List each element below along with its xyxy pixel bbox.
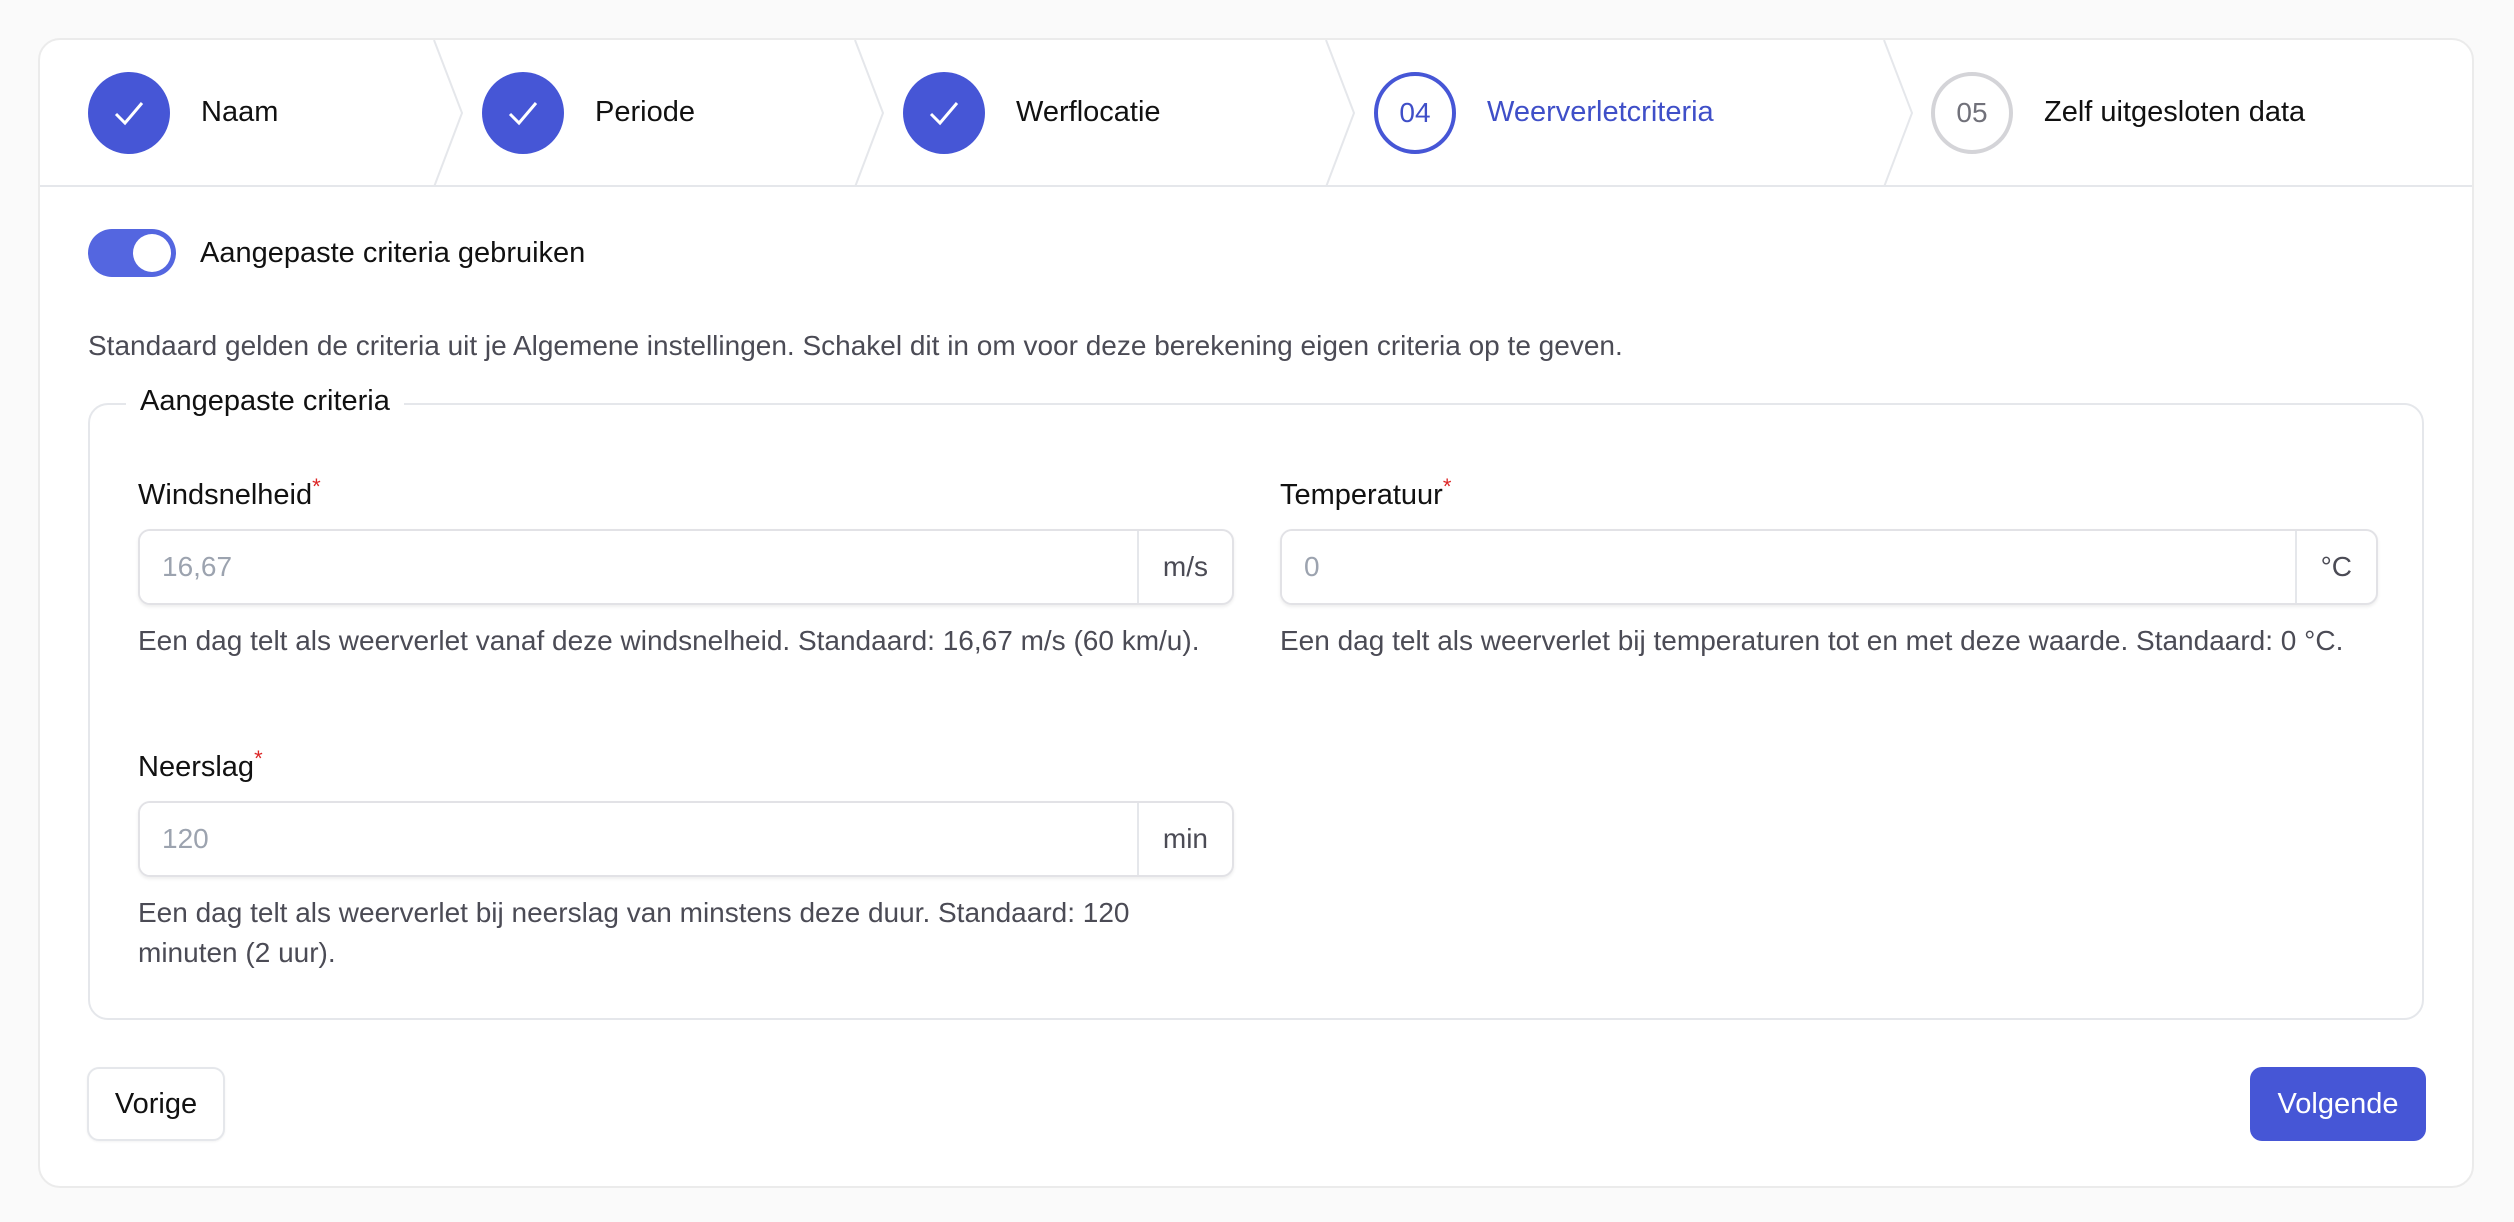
temperature-field: Temperatuur* °C Een dag telt als weerver… [1280,474,2378,661]
step-separator-chevron [854,40,885,187]
step-label: Weerverletcriteria [1487,96,1714,128]
step-completed-circle [88,71,170,154]
step-naam[interactable]: Naam [88,40,278,185]
toggle-label: Aangepaste criteria gebruiken [200,236,586,269]
wind-speed-help: Een dag telt als weerverlet vanaf deze w… [138,625,1200,656]
temperature-unit: °C [2294,531,2376,603]
step-zelf-uitgesloten-data[interactable]: 05 Zelf uitgesloten data [1931,40,2305,185]
check-icon [114,101,144,125]
required-marker: * [312,474,321,499]
step-label: Zelf uitgesloten data [2044,96,2306,128]
step-separator-chevron [1883,40,1914,187]
precipitation-unit: min [1136,803,1232,875]
precipitation-label: Neerslag* [138,746,263,783]
precipitation-help: Een dag telt als weerverlet bij neerslag… [138,897,1130,968]
custom-criteria-toggle-row: Aangepaste criteria gebruiken [88,229,585,277]
step-current-circle: 04 [1374,71,1456,154]
wind-speed-input-group: m/s [138,529,1234,605]
toggle-help-text: Standaard gelden de criteria uit je Alge… [88,330,1623,361]
precipitation-input-group: min [138,801,1234,877]
fieldset-legend: Aangepaste criteria [126,385,404,418]
check-icon [929,101,959,125]
wind-speed-unit: m/s [1136,531,1232,603]
temperature-input-group: °C [1280,529,2378,605]
step-upcoming-circle: 05 [1931,71,2013,154]
required-marker: * [1442,474,1452,499]
step-completed-circle [482,71,564,154]
temperature-help: Een dag telt als weerverlet bij temperat… [1280,625,2344,656]
step-label: Naam [201,96,279,128]
step-periode[interactable]: Periode [482,40,695,185]
required-marker: * [254,746,263,771]
wind-speed-field: Windsnelheid* m/s Een dag telt als weerv… [138,474,1234,661]
wind-speed-label: Windsnelheid* [138,474,321,511]
step-werflocatie[interactable]: Werflocatie [903,40,1161,185]
precipitation-input[interactable] [140,803,1137,875]
step-number: 05 [1956,96,1988,128]
wizard-card: Naam Periode Werflocatie 04 Weerverletcr… [38,38,2474,1188]
toggle-knob [133,234,171,272]
temperature-input[interactable] [1282,531,2295,603]
step-weerverletcriteria[interactable]: 04 Weerverletcriteria [1374,40,1714,185]
step-label: Periode [595,96,695,128]
wind-speed-input[interactable] [140,531,1137,603]
next-button[interactable]: Volgende [2250,1067,2426,1141]
check-icon [508,101,538,125]
step-separator-chevron [1325,40,1356,187]
step-separator-chevron [433,40,464,187]
step-completed-circle [903,71,985,154]
stepper: Naam Periode Werflocatie 04 Weerverletcr… [40,40,2472,187]
previous-button[interactable]: Vorige [87,1067,225,1141]
temperature-label: Temperatuur* [1280,474,1452,511]
custom-criteria-toggle[interactable] [88,229,176,277]
step-number: 04 [1399,96,1431,128]
custom-criteria-fieldset: Aangepaste criteria Windsnelheid* m/s Ee… [88,385,2424,1020]
precipitation-field: Neerslag* min Een dag telt als weerverle… [138,746,1234,973]
step-label: Werflocatie [1016,96,1161,128]
